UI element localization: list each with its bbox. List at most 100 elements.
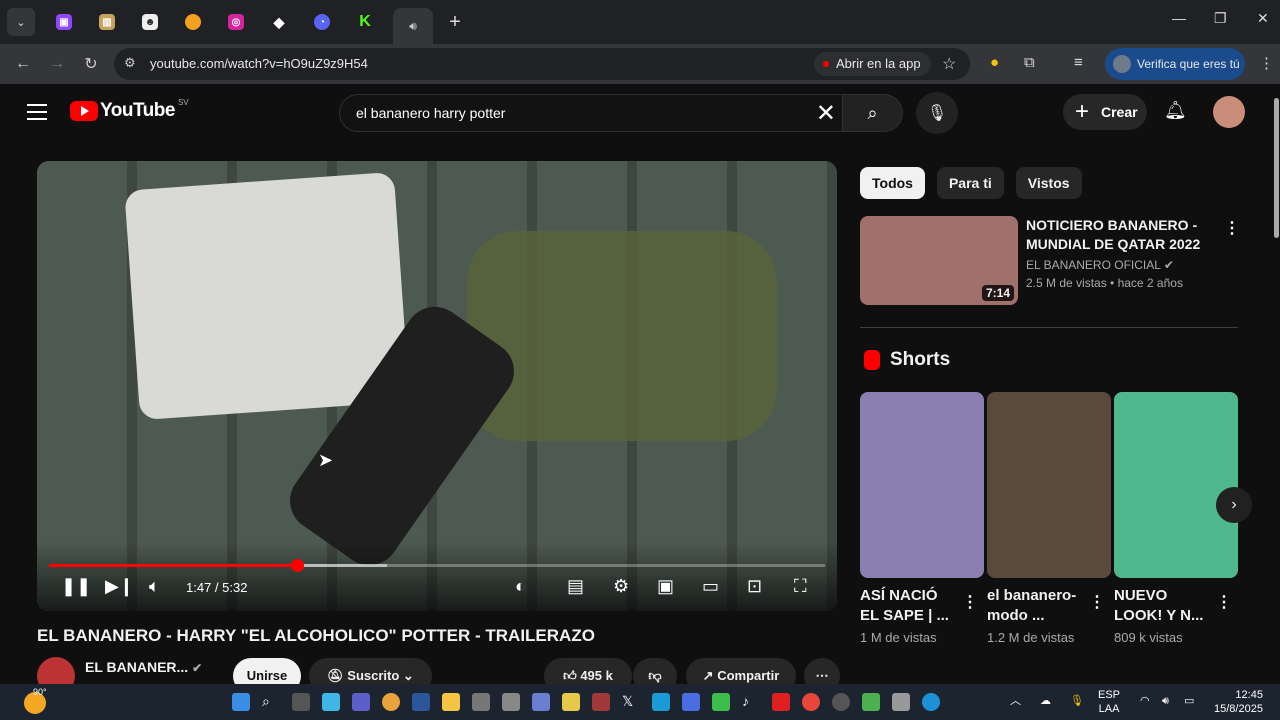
fullscreen-icon[interactable]: ⛶ — [794, 576, 807, 597]
short-thumbnail[interactable] — [860, 392, 984, 578]
edge-icon[interactable] — [922, 693, 940, 711]
search-button[interactable]: ⌕ — [843, 94, 903, 132]
teams-icon[interactable] — [352, 693, 370, 711]
progress-bar[interactable] — [49, 559, 825, 572]
search-input[interactable]: el bananero harry potter ✕ — [339, 94, 843, 132]
url-text[interactable]: youtube.com/watch?v=hO9uZ9z9H54 — [150, 56, 368, 71]
chip-vistos[interactable]: Vistos — [1015, 167, 1082, 199]
youtube-logo[interactable]: YouTube SV — [70, 98, 189, 122]
chip-todos[interactable]: Todos — [860, 167, 925, 199]
mic-tray-icon[interactable]: 🎙︎ — [1070, 694, 1084, 708]
tab-search-button[interactable]: ⌄ — [7, 8, 35, 36]
bookmark-star-icon[interactable]: ☆ — [942, 54, 956, 74]
browser-menu-icon[interactable]: ⋮ — [1259, 54, 1274, 72]
volume-icon[interactable]: 🔈︎ — [149, 576, 160, 597]
channel-name[interactable]: EL BANANER... ✔ — [85, 659, 202, 675]
verify-profile-button[interactable]: Verifica que eres tú — [1105, 48, 1245, 80]
close-window-button[interactable]: ✕ — [1257, 10, 1269, 27]
browser-app-icon[interactable] — [382, 693, 400, 711]
app-icon[interactable] — [832, 693, 850, 711]
clock[interactable]: 12:45 15/8/2025 — [1214, 688, 1263, 716]
app-icon[interactable] — [892, 693, 910, 711]
copilot-icon[interactable] — [322, 693, 340, 711]
next-button[interactable]: ▶❙ — [105, 576, 134, 597]
miniplayer-icon[interactable]: ▣ — [657, 576, 674, 597]
puzzle-icon[interactable]: ⧉ — [1024, 54, 1035, 71]
open-in-app-button[interactable]: Abrir en la app — [814, 52, 931, 76]
app-icon[interactable] — [562, 693, 580, 711]
short-menu-icon[interactable]: ⋮ — [1089, 592, 1105, 612]
autoplay-toggle[interactable]: ◐ — [515, 576, 526, 597]
tab-diamond[interactable]: ◆ — [265, 8, 293, 36]
tab-orange[interactable] — [179, 8, 207, 36]
app-icon[interactable] — [682, 693, 700, 711]
guide-menu-icon[interactable] — [27, 104, 47, 125]
omnibox[interactable]: ⚙ youtube.com/watch?v=hO9uZ9z9H54 Abrir … — [114, 48, 970, 80]
language-indicator[interactable]: ESP LAA — [1098, 688, 1120, 716]
short-item[interactable]: NUEVO LOOK! Y N... 809 k vistas ⋮ — [1114, 392, 1238, 645]
short-menu-icon[interactable]: ⋮ — [962, 592, 978, 612]
short-title[interactable]: el bananero- modo ... — [987, 586, 1087, 626]
subtitles-icon[interactable]: ▤ — [567, 576, 584, 597]
short-thumbnail[interactable] — [1114, 392, 1238, 578]
scrollbar-thumb[interactable] — [1274, 98, 1279, 238]
back-button[interactable]: ← — [6, 55, 40, 73]
shorts-next-button[interactable]: › — [1216, 487, 1252, 523]
tab-box[interactable]: ▥ — [93, 8, 121, 36]
short-item[interactable]: el bananero- modo ... 1.2 M de vistas ⋮ — [987, 392, 1111, 645]
account-avatar[interactable] — [1213, 96, 1245, 128]
page-scrollbar[interactable] — [1272, 84, 1280, 684]
video-player[interactable]: ❚❚ ▶❙ 🔈︎ 1:47 / 5:32 ◐ ▤ ⚙ ▣ ▭ ⊡ ⛶ ➤ — [37, 161, 837, 611]
tab-kick[interactable]: K — [351, 8, 379, 36]
task-view-icon[interactable] — [292, 693, 310, 711]
recommended-menu-icon[interactable]: ⋮ — [1224, 218, 1240, 238]
word-icon[interactable] — [412, 693, 430, 711]
minimize-button[interactable]: — — [1172, 10, 1186, 26]
start-windows-icon[interactable] — [232, 693, 250, 711]
cloud-icon[interactable]: ☁ — [1040, 694, 1051, 708]
tab-ghost[interactable]: ☻ — [136, 8, 164, 36]
search-icon[interactable]: ⌕ — [262, 693, 280, 711]
short-item[interactable]: ASÍ NACIÓ EL SAPE | ... 1 M de vistas ⋮ — [860, 392, 984, 645]
maximize-button[interactable]: ❐ — [1214, 10, 1227, 27]
recommended-video[interactable]: 7:14 NOTICIERO BANANERO - MUNDIAL DE QAT… — [860, 216, 1240, 306]
voice-search-button[interactable]: 🎙︎ — [916, 92, 958, 134]
x-icon[interactable]: 𝕏 — [622, 693, 640, 711]
file-explorer-icon[interactable] — [442, 693, 460, 711]
short-title[interactable]: ASÍ NACIÓ EL SAPE | ... — [860, 586, 960, 626]
app-icon[interactable] — [652, 693, 670, 711]
cast-icon[interactable]: ⊡ — [747, 576, 762, 597]
search-query[interactable]: el bananero harry potter — [356, 105, 505, 121]
channel-name-text[interactable]: EL BANANER... — [85, 659, 188, 675]
app-icon[interactable] — [592, 693, 610, 711]
chip-para-ti[interactable]: Para ti — [936, 167, 1004, 199]
app-icon[interactable] — [862, 693, 880, 711]
recommended-thumbnail[interactable]: 7:14 — [860, 216, 1018, 305]
app-icon[interactable] — [472, 693, 490, 711]
reload-button[interactable]: ↻ — [74, 54, 108, 74]
recommended-channel[interactable]: EL BANANERO OFICIAL ✔ — [1026, 258, 1174, 272]
tab-twitch[interactable]: ▣ — [50, 8, 78, 36]
app-icon[interactable] — [532, 693, 550, 711]
youtube-app-icon[interactable] — [772, 693, 790, 711]
create-button[interactable]: + Crear — [1063, 94, 1147, 130]
app-icon[interactable] — [712, 693, 730, 711]
recommended-title[interactable]: NOTICIERO BANANERO - MUNDIAL DE QATAR 20… — [1026, 216, 1206, 254]
tab-cursor[interactable]: ◔ — [308, 8, 336, 36]
tab-youtube-active[interactable]: 🔊︎ — [393, 8, 433, 44]
site-info-icon[interactable]: ⚙ — [124, 55, 136, 71]
short-thumbnail[interactable] — [987, 392, 1111, 578]
notifications-bell-icon[interactable]: 🔔︎ — [1164, 100, 1187, 121]
tray-expand-icon[interactable]: ︿ — [1010, 694, 1021, 708]
tiktok-icon[interactable]: ♪ — [742, 693, 760, 711]
pause-button[interactable]: ❚❚ — [61, 576, 91, 597]
forward-button[interactable]: → — [40, 55, 74, 73]
chrome-icon[interactable] — [802, 693, 820, 711]
volume-tray-icon[interactable]: 🔊︎ — [1162, 694, 1169, 708]
new-tab-button[interactable]: + — [443, 11, 467, 34]
short-title[interactable]: NUEVO LOOK! Y N... — [1114, 586, 1214, 626]
wifi-icon[interactable]: ◠ — [1140, 694, 1150, 708]
theater-mode-icon[interactable]: ▭ — [702, 576, 719, 597]
tab-instagram[interactable]: ◎ — [222, 8, 250, 36]
settings-gear-icon[interactable]: ⚙ — [613, 576, 629, 597]
